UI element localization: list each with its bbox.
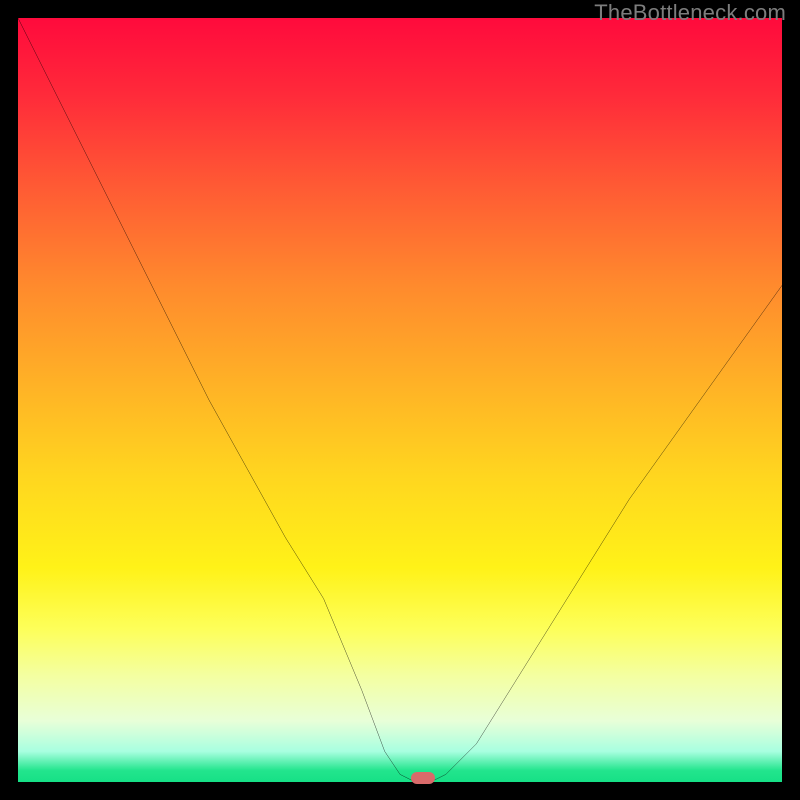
plot-area — [18, 18, 782, 782]
chart-frame: TheBottleneck.com — [0, 0, 800, 800]
watermark-text: TheBottleneck.com — [594, 0, 786, 26]
bottleneck-curve — [18, 18, 782, 782]
optimal-marker — [411, 772, 435, 784]
curve-layer — [18, 18, 782, 782]
